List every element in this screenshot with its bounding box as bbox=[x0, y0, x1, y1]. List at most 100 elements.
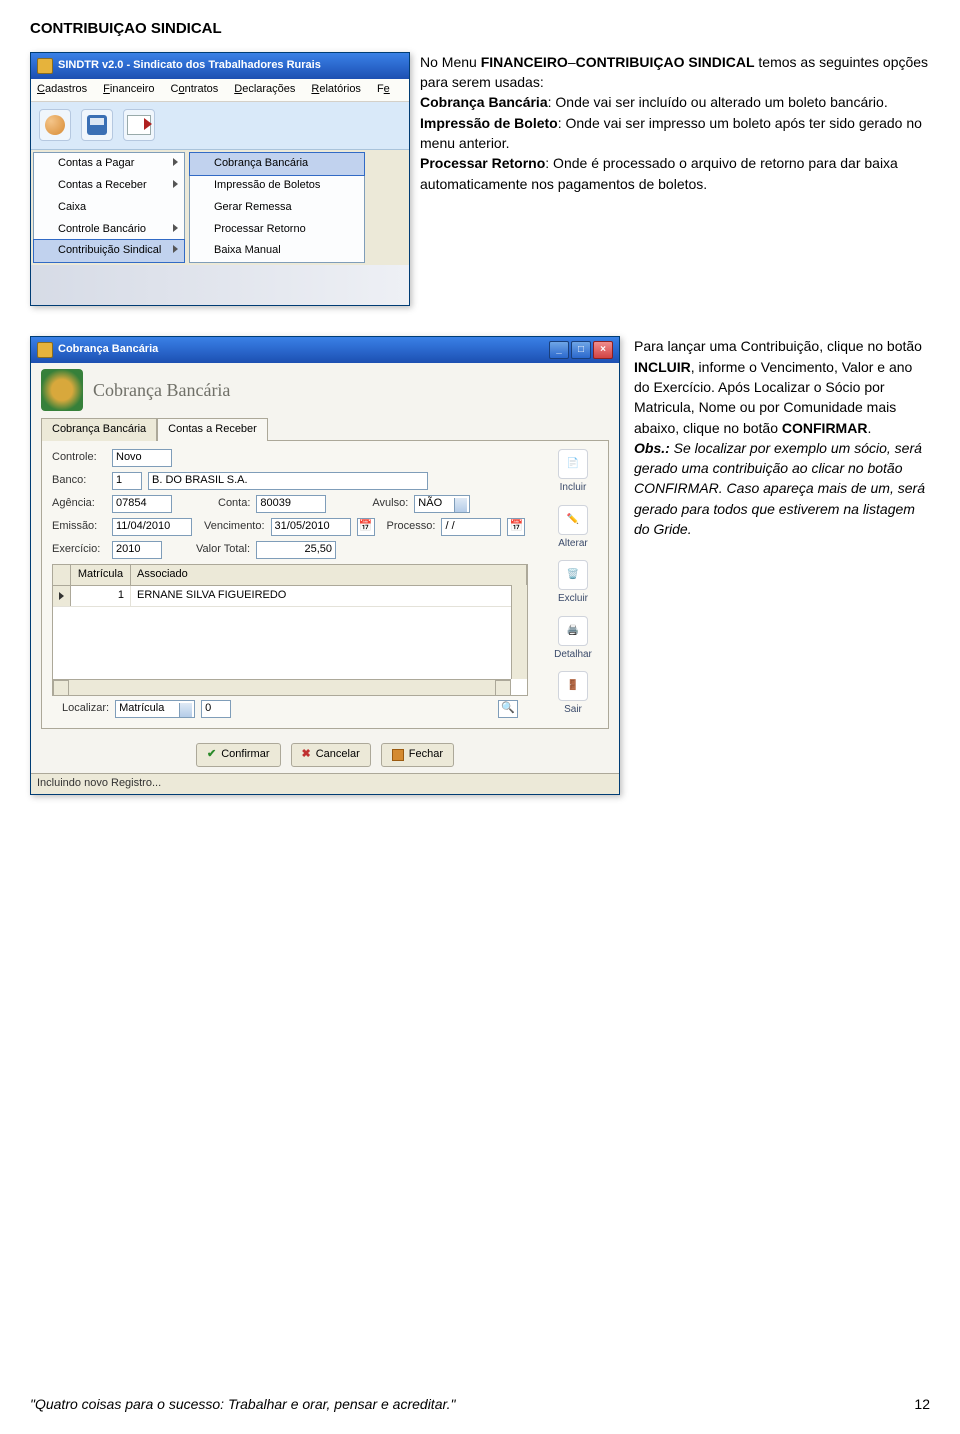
exercicio-input[interactable]: 2010 bbox=[112, 541, 162, 559]
mi-processar-retorno[interactable]: Processar Retorno bbox=[190, 219, 364, 241]
lbl-conta: Conta: bbox=[218, 496, 250, 512]
menu-cadastros[interactable]: Cadastros bbox=[37, 82, 87, 98]
emissao-input[interactable]: 11/04/2010 bbox=[112, 518, 192, 536]
window-body: Cobrança Bancária Cobrança Bancária Cont… bbox=[31, 363, 619, 773]
cell-matricula: 1 bbox=[71, 586, 131, 606]
page-number: 12 bbox=[914, 1394, 930, 1414]
mi-controle-bancario[interactable]: Controle Bancário bbox=[34, 219, 184, 241]
mi-caixa[interactable]: Caixa bbox=[34, 197, 184, 219]
fechar-button[interactable]: Fechar bbox=[381, 743, 454, 767]
menubar: Cadastros Financeiro Contratos Declaraçõ… bbox=[31, 79, 409, 102]
menu-financeiro[interactable]: Financeiro bbox=[103, 82, 154, 98]
titlebar: Cobrança Bancária _ □ × bbox=[31, 337, 619, 363]
localizar-field-select[interactable]: Matrícula bbox=[115, 700, 195, 718]
chevron-right-icon bbox=[173, 245, 178, 253]
toolbar-save-button[interactable] bbox=[81, 109, 113, 141]
exit-icon bbox=[127, 115, 151, 135]
date-picker-button[interactable]: 📅 bbox=[357, 518, 375, 536]
mi-cobranca-bancaria[interactable]: Cobrança Bancária bbox=[189, 152, 365, 176]
row-indicator-icon bbox=[53, 586, 71, 606]
window-title: Cobrança Bancária bbox=[58, 342, 158, 358]
mi-contribuicao-sindical[interactable]: Contribuição Sindical bbox=[33, 239, 185, 263]
scroll-right-button[interactable] bbox=[495, 680, 511, 696]
tab-contas-a-receber[interactable]: Contas a Receber bbox=[157, 418, 268, 441]
sair-button[interactable]: 🚪Sair bbox=[544, 671, 602, 718]
incluir-button[interactable]: 📄Incluir bbox=[544, 449, 602, 496]
detalhar-button[interactable]: 🖨️Detalhar bbox=[544, 616, 602, 663]
x-icon: ✖ bbox=[302, 747, 311, 763]
lbl-localizar: Localizar: bbox=[62, 701, 109, 717]
excluir-button[interactable]: 🗑️Excluir bbox=[544, 560, 602, 607]
close-button[interactable]: × bbox=[593, 341, 613, 359]
lbl-banco: Banco: bbox=[52, 473, 106, 489]
row-1: SINDTR v2.0 - Sindicato dos Trabalhadore… bbox=[30, 52, 930, 307]
localizar-value-input[interactable]: 0 bbox=[201, 700, 231, 718]
col-matricula[interactable]: Matrícula bbox=[71, 565, 131, 585]
banco-name-input[interactable]: B. DO BRASIL S.A. bbox=[148, 472, 428, 490]
menu-declaracoes[interactable]: Declarações bbox=[234, 82, 295, 98]
mi-baixa-manual[interactable]: Baixa Manual bbox=[190, 240, 364, 262]
cancelar-button[interactable]: ✖Cancelar bbox=[291, 743, 371, 767]
menu-contratos[interactable]: Contratos bbox=[171, 82, 219, 98]
avulso-select[interactable]: NÃO bbox=[414, 495, 470, 513]
localizar-bar: Localizar: Matrícula 0 🔍 bbox=[52, 696, 528, 720]
chevron-right-icon bbox=[173, 224, 178, 232]
lbl-vencimento: Vencimento: bbox=[204, 519, 265, 535]
menu-relatorios[interactable]: Relatórios bbox=[311, 82, 361, 98]
floppy-icon bbox=[87, 115, 107, 135]
alterar-button[interactable]: ✏️Alterar bbox=[544, 505, 602, 552]
search-button[interactable]: 🔍 bbox=[498, 700, 518, 718]
tab-cobranca-bancaria[interactable]: Cobrança Bancária bbox=[41, 418, 157, 441]
sindtr-window: SINDTR v2.0 - Sindicato dos Trabalhadore… bbox=[30, 52, 410, 307]
lbl-avulso: Avulso: bbox=[372, 496, 408, 512]
horizontal-scrollbar[interactable] bbox=[53, 679, 511, 695]
associados-grid: Matrícula Associado 1 ERNANE SILVA FIGUE… bbox=[52, 564, 528, 696]
minimize-button[interactable]: _ bbox=[549, 341, 569, 359]
mi-impressao-boletos[interactable]: Impressão de Boletos bbox=[190, 175, 364, 197]
controle-input[interactable]: Novo bbox=[112, 449, 172, 467]
scroll-left-button[interactable] bbox=[53, 680, 69, 696]
vertical-scrollbar[interactable] bbox=[511, 585, 527, 679]
banco-code-input[interactable]: 1 bbox=[112, 472, 142, 490]
lbl-agencia: Agência: bbox=[52, 496, 106, 512]
delete-icon: 🗑️ bbox=[567, 568, 579, 583]
valor-total-input[interactable]: 25,50 bbox=[256, 541, 336, 559]
toolbar-people-button[interactable] bbox=[39, 109, 71, 141]
financeiro-submenu: Contas a Pagar Contas a Receber Caixa Co… bbox=[33, 152, 185, 264]
conta-input[interactable]: 80039 bbox=[256, 495, 326, 513]
maximize-button[interactable]: □ bbox=[571, 341, 591, 359]
people-icon bbox=[45, 115, 65, 135]
toolbar-exit-button[interactable] bbox=[123, 109, 155, 141]
processo-input[interactable]: / / bbox=[441, 518, 501, 536]
pencil-icon: ✏️ bbox=[567, 513, 579, 528]
tabs: Cobrança Bancária Contas a Receber bbox=[31, 417, 619, 440]
lbl-controle: Controle: bbox=[52, 450, 106, 466]
vencimento-input[interactable]: 31/05/2010 bbox=[271, 518, 351, 536]
description-1: No Menu FINANCEIRO–CONTRIBUIÇAO SINDICAL… bbox=[420, 52, 930, 194]
cobranca-window: Cobrança Bancária _ □ × Cobrança Bancári… bbox=[30, 336, 620, 795]
mi-gerar-remessa[interactable]: Gerar Remessa bbox=[190, 197, 364, 219]
header-title: Cobrança Bancária bbox=[93, 377, 230, 403]
agencia-input[interactable]: 07854 bbox=[112, 495, 172, 513]
side-buttons: 📄Incluir ✏️Alterar 🗑️Excluir 🖨️Detalhar … bbox=[538, 441, 608, 728]
document-page: CONTRIBUIÇAO SINDICAL SINDTR v2.0 - Sind… bbox=[0, 0, 960, 1434]
footer-quote: "Quatro coisas para o sucesso: Trabalhar… bbox=[30, 1394, 455, 1414]
bottom-buttons: ✔Confirmar ✖Cancelar Fechar bbox=[31, 737, 619, 771]
lbl-valor-total: Valor Total: bbox=[196, 542, 250, 558]
app-icon bbox=[37, 58, 53, 74]
date-picker-button[interactable]: 📅 bbox=[507, 518, 525, 536]
tab-panel: Controle: Novo Banco: 1 B. DO BRASIL S.A… bbox=[41, 440, 609, 729]
table-row[interactable]: 1 ERNANE SILVA FIGUEIREDO bbox=[53, 586, 527, 607]
toolbar bbox=[31, 102, 409, 150]
section-title: CONTRIBUIÇAO SINDICAL bbox=[30, 18, 930, 40]
col-associado[interactable]: Associado bbox=[131, 565, 527, 585]
lbl-exercicio: Exercício: bbox=[52, 542, 106, 558]
mi-contas-a-pagar[interactable]: Contas a Pagar bbox=[34, 153, 184, 175]
confirmar-button[interactable]: ✔Confirmar bbox=[196, 743, 281, 767]
plus-page-icon: 📄 bbox=[567, 457, 579, 472]
mi-contas-a-receber[interactable]: Contas a Receber bbox=[34, 175, 184, 197]
cell-associado: ERNANE SILVA FIGUEIREDO bbox=[131, 586, 527, 606]
client-area bbox=[31, 265, 409, 305]
menu-fe[interactable]: Fe bbox=[377, 82, 390, 98]
exit-door-icon: 🚪 bbox=[567, 679, 579, 694]
